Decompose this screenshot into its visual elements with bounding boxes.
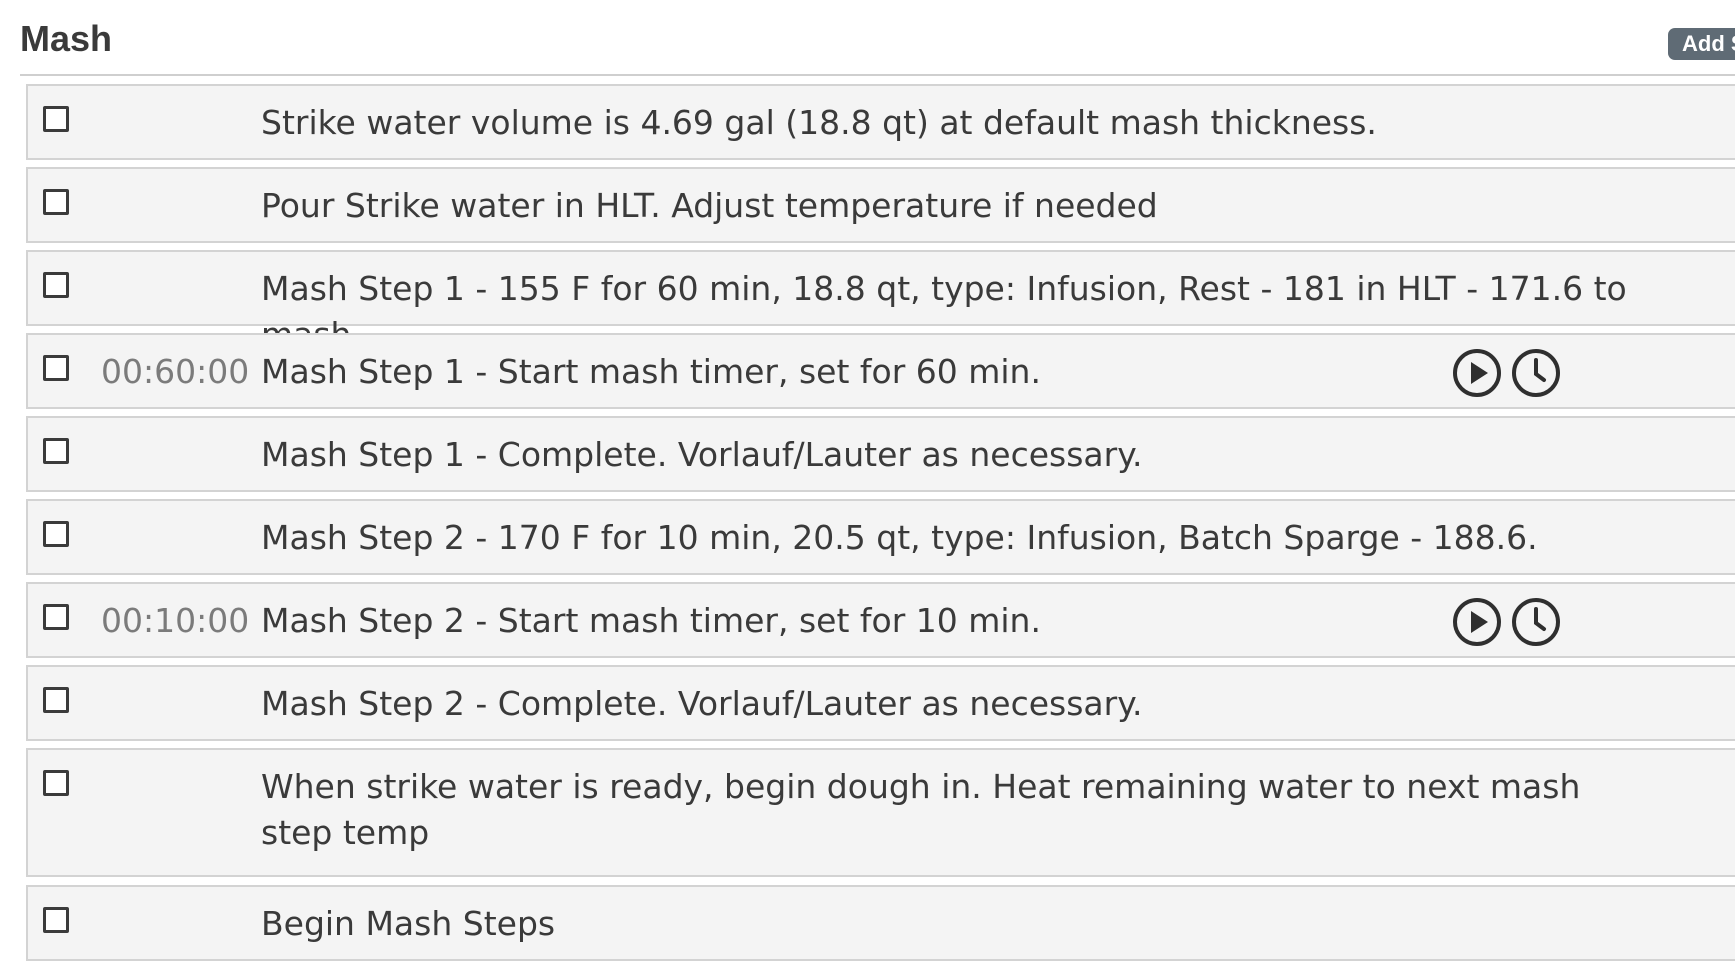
- step-checkbox[interactable]: [43, 604, 69, 630]
- section-title: Mash: [20, 18, 113, 59]
- step-row: Mash Step 1 - 155 F for 60 min, 18.8 qt,…: [26, 250, 1735, 354]
- step-checkbox[interactable]: [43, 770, 69, 796]
- add-step-button[interactable]: Add Step: [1668, 28, 1735, 60]
- play-circle-icon[interactable]: [1452, 597, 1502, 647]
- step-text: Strike water volume is 4.69 gal (18.8 qt…: [261, 103, 1377, 142]
- step-timer: 00:10:00: [101, 601, 250, 640]
- step-text: Mash Step 1 - Complete. Vorlauf/Lauter a…: [261, 435, 1143, 474]
- step-checkbox[interactable]: [43, 355, 69, 381]
- step-row: Begin Mash Steps: [26, 885, 1735, 961]
- play-circle-icon[interactable]: [1452, 348, 1502, 398]
- step-checkbox[interactable]: [43, 106, 69, 132]
- step-row: Pour Strike water in HLT. Adjust tempera…: [26, 167, 1735, 243]
- step-checkbox[interactable]: [43, 438, 69, 464]
- step-row: When strike water is ready, begin dough …: [26, 748, 1735, 877]
- step-checkbox[interactable]: [43, 907, 69, 933]
- step-text: Begin Mash Steps: [261, 904, 556, 943]
- step-checkbox[interactable]: [43, 272, 69, 298]
- step-row: Mash Step 2 - Complete. Vorlauf/Lauter a…: [26, 665, 1735, 741]
- step-text: When strike water is ready, begin dough …: [261, 767, 1581, 852]
- step-checkbox[interactable]: [43, 189, 69, 215]
- step-timer: 00:60:00: [101, 352, 250, 391]
- step-row: Strike water volume is 4.69 gal (18.8 qt…: [26, 84, 1735, 160]
- mash-step-list: Strike water volume is 4.69 gal (18.8 qt…: [26, 84, 1735, 968]
- step-text: Mash Step 2 - 170 F for 10 min, 20.5 qt,…: [261, 518, 1538, 557]
- clock-icon[interactable]: [1511, 597, 1561, 647]
- mash-section-header: Mash Add Step: [20, 0, 1735, 76]
- step-text: Mash Step 2 - Start mash timer, set for …: [261, 601, 1041, 640]
- step-row: 00:60:00 Mash Step 1 - Start mash timer,…: [26, 333, 1735, 409]
- step-text: Pour Strike water in HLT. Adjust tempera…: [261, 186, 1158, 225]
- step-row: Mash Step 2 - 170 F for 10 min, 20.5 qt,…: [26, 499, 1735, 575]
- step-checkbox[interactable]: [43, 687, 69, 713]
- step-text: Mash Step 2 - Complete. Vorlauf/Lauter a…: [261, 684, 1143, 723]
- step-row: Mash Step 1 - Complete. Vorlauf/Lauter a…: [26, 416, 1735, 492]
- step-checkbox[interactable]: [43, 521, 69, 547]
- step-text: Mash Step 1 - Start mash timer, set for …: [261, 352, 1041, 391]
- clock-icon[interactable]: [1511, 348, 1561, 398]
- step-row: 00:10:00 Mash Step 2 - Start mash timer,…: [26, 582, 1735, 658]
